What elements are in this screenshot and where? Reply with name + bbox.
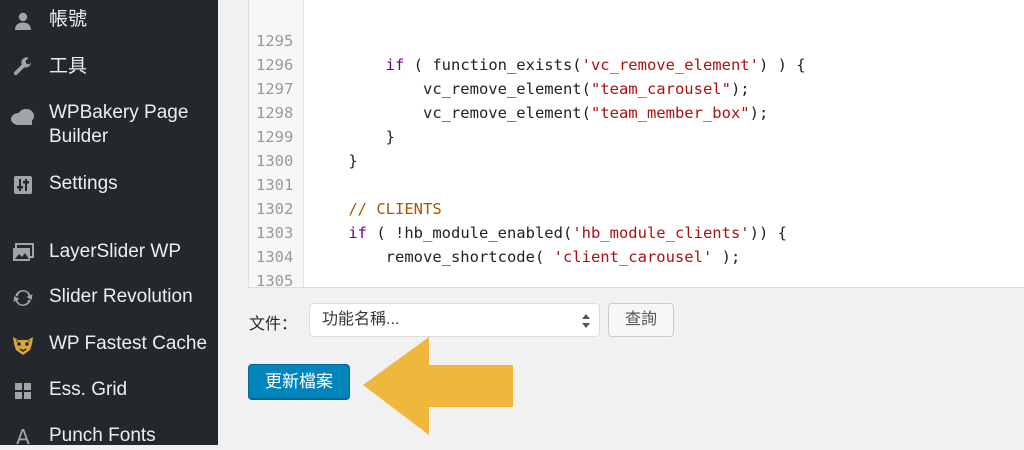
select-arrows-icon (581, 304, 591, 336)
code-line: 1301 // CLIENTS (249, 149, 1024, 218)
select-value: 功能名稱... (322, 311, 400, 328)
menu-label: WPBakery Page Builder (49, 102, 189, 147)
code-line: 1299 } (249, 101, 1024, 170)
code-line: 1306 vc_remove_element("client_carousel"… (249, 269, 1024, 287)
function-select[interactable]: 功能名稱... (309, 303, 600, 337)
menu-label: Slider Revolution (49, 286, 193, 307)
code-line: 1300 (249, 125, 1024, 170)
settings-sliders-icon (10, 172, 36, 198)
menu-label: Settings (49, 173, 118, 194)
code-line: 1305 if ( function_exists('vc_remove_ele… (249, 245, 1024, 287)
menu-label: 工具 (49, 56, 88, 77)
user-icon (10, 8, 36, 34)
font-a-icon: A (16, 425, 30, 449)
menu-label: 帳號 (49, 9, 88, 30)
code-line: 1296 vc_remove_element("team_carousel"); (249, 29, 1024, 98)
admin-sidebar: 帳號 工具 WPBakery Page Builder Settings Lay… (0, 0, 218, 449)
images-icon (10, 240, 36, 266)
grid-icon (10, 378, 36, 404)
query-button[interactable]: 查詢 (608, 303, 674, 337)
refresh-icon (10, 285, 36, 311)
cheetah-icon (10, 332, 36, 358)
code-line: 1295 if ( function_exists('vc_remove_ele… (249, 5, 1024, 74)
code-line: 1298 } (249, 77, 1024, 146)
menu-label: LayerSlider WP (49, 241, 181, 262)
code-line: 1302 if ( !hb_module_enabled('hb_module_… (249, 173, 1024, 242)
wrench-icon (10, 55, 36, 81)
menu-label: Punch Fonts (49, 425, 156, 446)
code-line: 1303 remove_shortcode( 'client_carousel'… (249, 197, 1024, 266)
update-file-button[interactable]: 更新檔案 (248, 364, 350, 399)
menu-label: Ess. Grid (49, 379, 128, 400)
code-line: 1304 (249, 221, 1024, 266)
code-editor[interactable]: 1295 if ( function_exists('vc_remove_ele… (248, 0, 1024, 288)
code-line: 1297 vc_remove_element("team_member_box"… (249, 53, 1024, 122)
file-label: 文件： (249, 316, 298, 333)
cloud-icon (10, 104, 36, 130)
arrow-annotation-icon (363, 337, 513, 435)
menu-label: WP Fastest Cache (49, 333, 208, 354)
